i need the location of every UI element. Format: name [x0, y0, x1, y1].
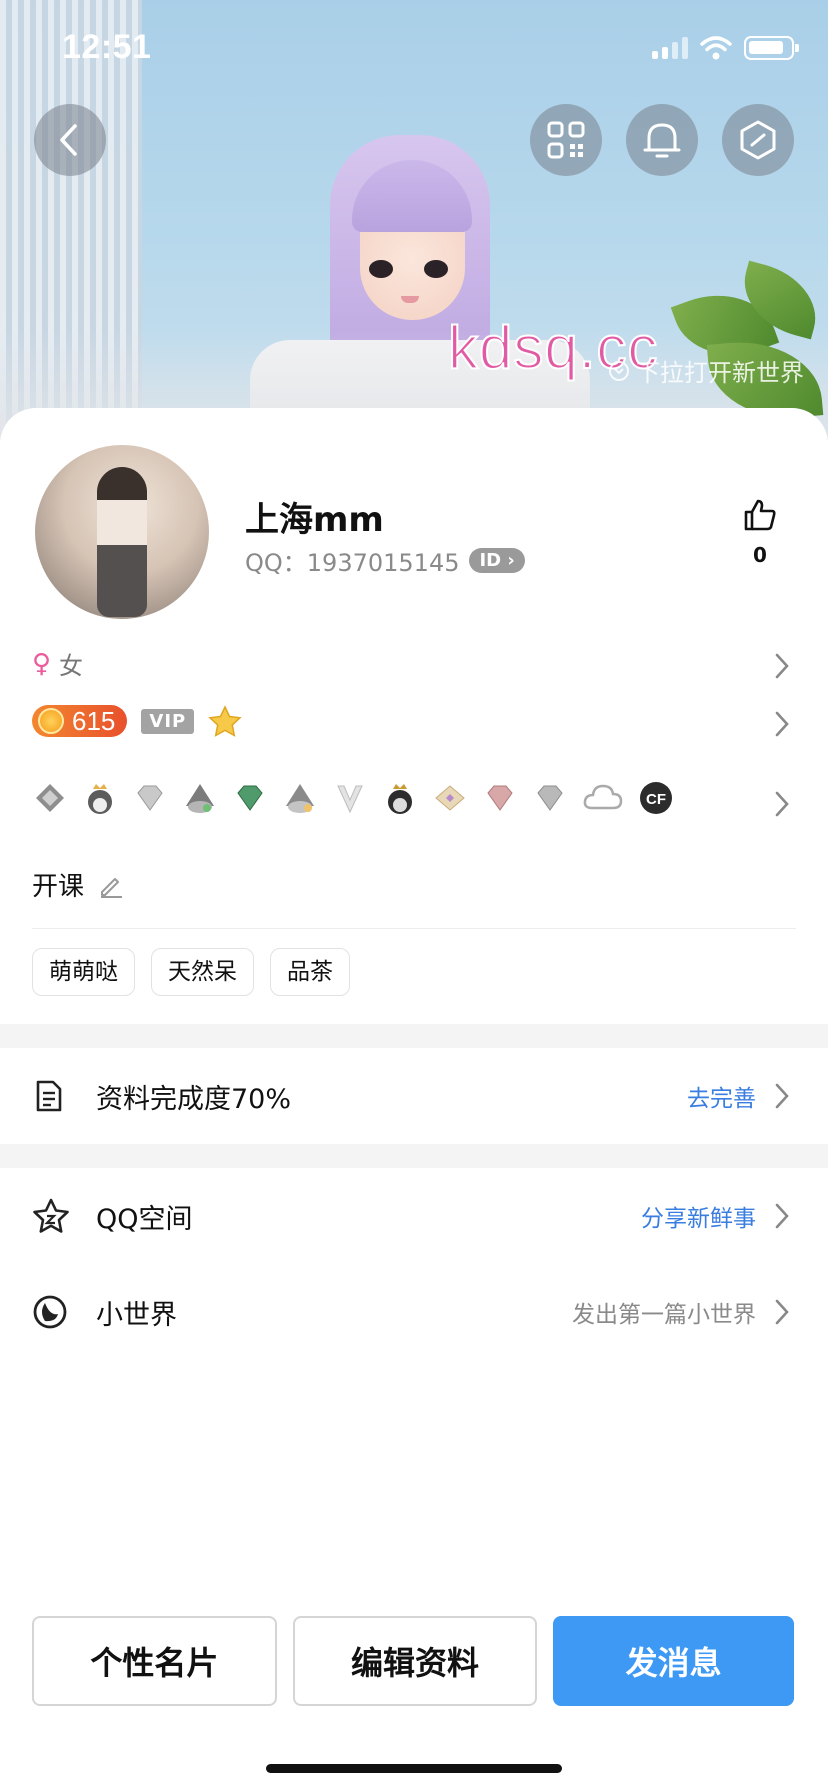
qq-number-line: QQ：1937015145 ID ›: [245, 543, 525, 578]
small-world-icon: [33, 1295, 67, 1329]
edit-profile-button[interactable]: 编辑资料: [292, 1616, 538, 1706]
nickname: 上海mm: [245, 500, 384, 540]
cf-game-icon: CF: [638, 780, 674, 816]
qzone-action[interactable]: 分享新鲜事: [641, 1199, 756, 1233]
bottom-action-bar: 个性名片 编辑资料 发消息: [32, 1616, 795, 1706]
back-icon: [60, 124, 77, 156]
diamond-red-icon: [482, 780, 518, 816]
cloud-icon: [582, 780, 624, 816]
crown-badge-icon: [32, 780, 68, 816]
thumbs-up-icon: [744, 499, 776, 531]
small-world-action[interactable]: 发出第一篇小世界: [572, 1295, 756, 1329]
diamond-silver-icon: [532, 780, 568, 816]
edit-pencil-icon[interactable]: [98, 872, 124, 898]
diamond-icon: [132, 780, 168, 816]
settings-cube-button[interactable]: [722, 104, 794, 176]
qzone-item[interactable]: QQ空间 分享新鲜事: [0, 1170, 828, 1262]
profile-completion-item[interactable]: 资料完成度70% 去完善: [0, 1050, 828, 1142]
signature-row[interactable]: 开课: [32, 866, 124, 903]
notification-button[interactable]: [626, 104, 698, 176]
gender-row[interactable]: ♀ 女: [32, 646, 796, 681]
divider: [32, 928, 796, 929]
vip-badge: VIP: [141, 708, 195, 734]
female-icon: ♀: [32, 648, 52, 679]
interest-tags: 萌萌哒 天然呆 品茶: [32, 948, 350, 996]
avatar[interactable]: [32, 442, 212, 622]
battery-icon: [744, 36, 799, 60]
id-badge[interactable]: ID ›: [469, 548, 525, 573]
wifi-icon: [700, 36, 732, 60]
penguin-black-icon: [382, 780, 418, 816]
small-world-item[interactable]: 小世界 发出第一篇小世界: [0, 1266, 828, 1358]
status-indicators: [652, 36, 799, 60]
level-vip-row[interactable]: 615 VIP: [32, 705, 796, 737]
gender-label: 女: [59, 652, 84, 680]
level-coin-badge: 615: [32, 705, 128, 737]
qr-code-icon: [547, 121, 585, 159]
tag-chip[interactable]: 天然呆: [151, 948, 254, 996]
pull-down-icon: [609, 360, 629, 381]
like-count: 0: [753, 543, 767, 567]
qzone-star-icon: [33, 1198, 69, 1233]
tag-chip[interactable]: 品茶: [270, 948, 350, 996]
bell-icon: [643, 123, 681, 158]
chevron-right-icon[interactable]: [774, 710, 790, 738]
send-message-button[interactable]: 发消息: [553, 1616, 795, 1706]
section-gap: [0, 1024, 828, 1048]
penguin-hat-icon: [282, 780, 318, 816]
profile-cover[interactable]: 12:51 kdsq.cc 下拉打开新世界: [0, 0, 828, 440]
v-icon: [332, 780, 368, 816]
chevron-right-icon: [775, 1299, 789, 1325]
character-eye: [369, 260, 393, 278]
qq-label: QQ：: [245, 549, 307, 577]
chevron-right-icon[interactable]: [774, 790, 790, 818]
penguin-crown-icon: [82, 780, 118, 816]
star-icon: [208, 705, 242, 737]
chevron-right-icon: [775, 1203, 789, 1229]
document-icon: [36, 1080, 62, 1112]
diamond-green-icon: [232, 780, 268, 816]
penguin-grey-icon: [182, 780, 218, 816]
small-world-label: 小世界: [96, 1299, 177, 1331]
signal-icon: [652, 37, 688, 59]
status-time: 12:51: [62, 28, 152, 66]
home-indicator[interactable]: [266, 1764, 562, 1773]
completion-action[interactable]: 去完善: [687, 1079, 756, 1113]
profile-card-button[interactable]: 个性名片: [32, 1616, 277, 1706]
completion-label: 资料完成度70%: [96, 1083, 292, 1115]
signature-text: 开课: [32, 872, 85, 902]
chevron-right-icon: [775, 1083, 789, 1109]
tag-chip[interactable]: 萌萌哒: [32, 948, 135, 996]
badges-row[interactable]: CF: [32, 780, 796, 816]
back-button[interactable]: [34, 104, 106, 176]
qr-code-button[interactable]: [530, 104, 602, 176]
section-gap: [0, 1144, 828, 1168]
diamond-gold-icon: [432, 780, 468, 816]
qzone-label: QQ空间: [96, 1203, 193, 1235]
chevron-right-icon[interactable]: [774, 652, 790, 680]
pull-hint[interactable]: 下拉打开新世界: [608, 353, 804, 388]
svg-text:CF: CF: [646, 791, 666, 808]
coin-icon: [38, 708, 64, 734]
pull-hint-label: 下拉打开新世界: [636, 359, 804, 387]
like-button[interactable]: [738, 498, 782, 536]
cube-icon: [740, 120, 776, 160]
character-eye: [424, 260, 448, 278]
qq-number: 1937015145: [306, 549, 460, 577]
